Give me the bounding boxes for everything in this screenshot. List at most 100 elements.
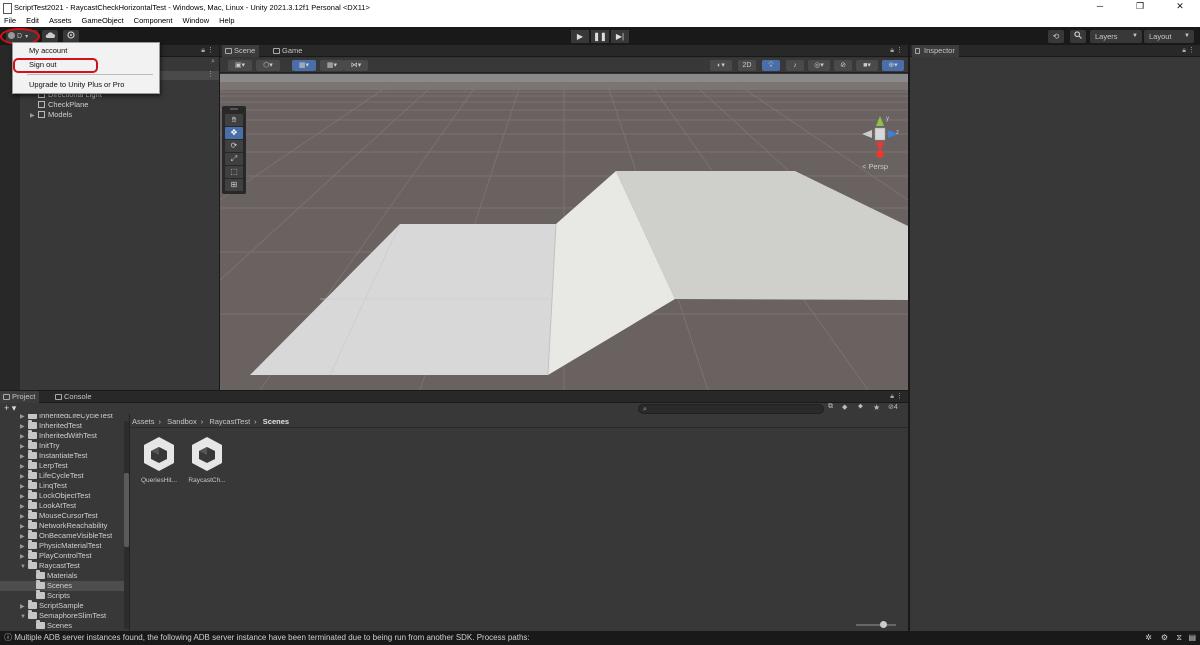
menu-item-my-account[interactable]: My account [29, 46, 67, 56]
tool-palette: ✋︎ ✥ ⟳ ⤢ ⬚ ⊞ [222, 106, 246, 194]
menu-edit[interactable]: Edit [26, 16, 39, 25]
move-tool-button[interactable]: ✥ [225, 127, 243, 139]
project-tabbar: Project Console 🔒︎ ⋮ [0, 391, 908, 403]
splitter[interactable] [129, 414, 130, 631]
move-icon: ✥ [230, 128, 238, 137]
scene-asset[interactable]: RaycastCh... [185, 435, 229, 484]
increment-snap-button[interactable]: ⋈▾ [344, 60, 368, 71]
audio-toggle[interactable]: ♪ [786, 60, 804, 71]
breadcrumb-separator: › [200, 417, 204, 426]
kebab-menu-icon[interactable]: ⋮ [896, 45, 903, 57]
hierarchy-item[interactable]: CheckPlane [38, 100, 88, 110]
tool-pivot-dropdown[interactable]: ⬡▾ [256, 60, 280, 71]
hierarchy-item[interactable]: ▶ Models [30, 110, 72, 121]
expand-arrow-icon[interactable]: ▶ [30, 111, 38, 121]
scene-viewport[interactable]: ✋︎ ✥ ⟳ ⤢ ⬚ ⊞ y z < Persp [220, 74, 908, 390]
notification-icon[interactable]: ▤ [1188, 631, 1196, 645]
breadcrumb-item[interactable]: RaycastTest [209, 417, 250, 426]
folder-icon [36, 580, 45, 589]
step-button[interactable]: ▶| [611, 30, 629, 43]
tab-console[interactable]: Console [52, 391, 96, 403]
folder-label: Scenes [47, 621, 73, 629]
kebab-menu-icon[interactable]: ⋮ [1188, 45, 1195, 57]
scene-asset[interactable]: QueriesHit... [137, 435, 181, 484]
draw-mode-dropdown[interactable]: ◐▾ [710, 60, 732, 71]
drag-handle[interactable] [230, 108, 238, 110]
menu-assets[interactable]: Assets [49, 16, 72, 25]
minimize-button[interactable]: ─ [1080, 0, 1120, 14]
play-button[interactable]: ▶ [571, 30, 589, 43]
lock-icon[interactable]: 🔒︎ [201, 45, 205, 57]
kebab-menu-icon[interactable]: ⋮ [207, 45, 214, 57]
folder-label: Scenes [47, 581, 73, 590]
menu-item-upgrade[interactable]: Upgrade to Unity Plus or Pro [29, 80, 124, 90]
folder-label: PlayControlTest [39, 551, 92, 560]
kebab-menu-icon[interactable]: ⋮ [896, 391, 903, 403]
project-folder-item[interactable]: Scenes [0, 620, 124, 629]
axis-z-label: z [896, 130, 899, 136]
tab-scene[interactable]: Scene [222, 45, 260, 57]
camera-dropdown[interactable]: ■▾ [856, 60, 878, 71]
tab-project[interactable]: Project [0, 391, 40, 403]
transform-tool-button[interactable]: ⊞ [225, 179, 243, 191]
add-asset-button[interactable]: + ▾ [4, 403, 16, 414]
project-folder-item[interactable]: Scenes [0, 580, 124, 591]
rect-tool-button[interactable]: ⬚ [225, 166, 243, 178]
menu-window[interactable]: Window [182, 16, 209, 25]
progress-icon[interactable]: ⚙ [1161, 631, 1168, 645]
menu-component[interactable]: Component [134, 16, 173, 25]
toggle-2d-button[interactable]: 2D [738, 60, 756, 71]
gizmos-dropdown[interactable]: ⊕▾ [882, 60, 904, 71]
tab-inspector[interactable]: Inspector [912, 45, 959, 57]
tab-game[interactable]: Game [270, 45, 306, 57]
search-button[interactable] [1070, 30, 1086, 43]
chevron-down-icon: ▼ [1132, 33, 1138, 39]
hidden-objects-toggle[interactable]: ⊘ [834, 60, 852, 71]
close-button[interactable]: ✕ [1160, 0, 1200, 14]
search-by-type-icon[interactable]: ⧉ [828, 403, 833, 411]
filter-type-icon[interactable]: ◆ [842, 403, 847, 411]
lighting-toggle[interactable]: 💡︎ [762, 60, 780, 71]
lock-icon[interactable]: 🔒︎ [890, 45, 894, 57]
pause-button[interactable]: ❚❚ [591, 30, 609, 43]
effects-dropdown[interactable]: ◎▾ [808, 60, 830, 71]
menu-help[interactable]: Help [219, 16, 234, 25]
layout-dropdown[interactable]: Layout ▼ [1144, 30, 1194, 43]
hidden-packages-toggle[interactable]: ⊘4 [888, 403, 898, 411]
hand-tool-button[interactable]: ✋︎ [225, 114, 243, 126]
favorite-star-icon[interactable]: ★ [873, 403, 880, 412]
menu-file[interactable]: File [4, 16, 16, 25]
kebab-menu-icon[interactable]: ⋮ [207, 70, 214, 78]
project-folder-item[interactable]: Materials [0, 570, 124, 581]
icon-size-slider[interactable] [856, 620, 896, 630]
status-bar[interactable]: ⓘ Multiple ADB server instances found, t… [0, 631, 1200, 645]
project-folder-item[interactable]: Scripts [0, 590, 124, 601]
grid-button[interactable]: ▦▾ [320, 60, 344, 71]
project-search-input[interactable]: ⌕ [638, 404, 824, 414]
audio-icon: ♪ [793, 62, 797, 69]
lock-icon[interactable]: 🔒︎ [890, 391, 894, 403]
breadcrumb-item[interactable]: Assets [132, 417, 155, 426]
tool-handle-dropdown[interactable]: ▣▾ [228, 60, 252, 71]
search-icon[interactable]: ⌕ [211, 58, 215, 66]
rotate-tool-button[interactable]: ⟳ [225, 140, 243, 152]
breadcrumb-item[interactable]: Scenes [263, 417, 289, 426]
breadcrumb-item[interactable]: Sandbox [167, 417, 197, 426]
maximize-button[interactable]: ❐ [1120, 0, 1160, 14]
label-filter-icon[interactable]: ⬥ [858, 403, 863, 411]
grid-snap-button[interactable]: ▦▾ [292, 60, 316, 71]
slider-thumb[interactable] [880, 621, 887, 628]
scale-tool-button[interactable]: ⤢ [225, 153, 243, 165]
undo-history-button[interactable]: ⟲ [1048, 30, 1064, 43]
window-title: ScriptTest2021 - RaycastCheckHorizontalT… [14, 2, 370, 12]
hand-icon: ✋︎ [231, 115, 237, 124]
bug-icon[interactable]: ✲ [1145, 631, 1152, 645]
network-icon[interactable]: ⧖ [1176, 631, 1182, 645]
projection-label[interactable]: < Persp [862, 162, 888, 171]
status-message[interactable]: Multiple ADB server instances found, the… [14, 633, 529, 642]
menu-gameobject[interactable]: GameObject [82, 16, 124, 25]
lock-icon[interactable]: 🔒︎ [1182, 45, 1186, 57]
folder-label: NetworkReachability [39, 521, 108, 530]
scene-render [220, 74, 908, 390]
layers-dropdown[interactable]: Layers ▼ [1090, 30, 1142, 43]
